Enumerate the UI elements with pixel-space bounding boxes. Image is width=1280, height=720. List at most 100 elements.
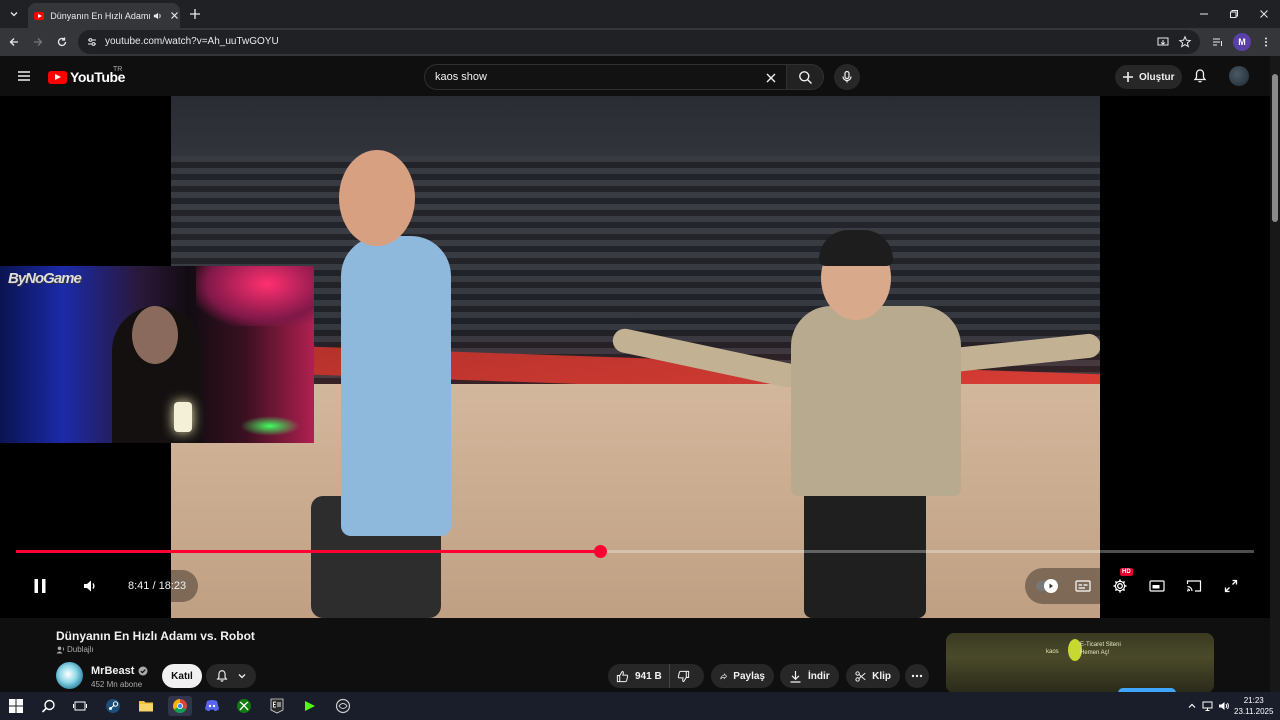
search-button[interactable]: [786, 64, 824, 90]
bookmark-star-icon[interactable]: [1178, 35, 1192, 49]
clock-date: 23.11.2025: [1234, 707, 1274, 716]
channel-name: MrBeast: [91, 665, 135, 677]
reload-icon: [57, 37, 67, 47]
chrome-icon: [173, 699, 187, 713]
subscription-notifications-button[interactable]: [206, 664, 256, 688]
profile-avatar[interactable]: M: [1233, 33, 1251, 51]
restore-button[interactable]: [1226, 6, 1242, 22]
browser-menu-button[interactable]: [1258, 34, 1274, 50]
miniplayer-button[interactable]: [1149, 578, 1165, 594]
cast-button[interactable]: [1186, 578, 1202, 594]
streamer-webcam-overlay: ByNoGame: [0, 266, 314, 443]
close-window-button[interactable]: [1256, 6, 1272, 22]
channel-name-link[interactable]: MrBeast: [91, 665, 148, 677]
volume-button[interactable]: [72, 566, 108, 606]
pause-button[interactable]: [20, 566, 60, 606]
download-icon: [790, 670, 801, 683]
search-query-text: kaos show: [435, 71, 487, 83]
forward-button[interactable]: [30, 34, 46, 50]
media-controls-button[interactable]: [1210, 34, 1226, 50]
settings-button[interactable]: [1112, 578, 1128, 594]
autoplay-knob: [1044, 579, 1058, 593]
webcam-green-light: [240, 416, 300, 436]
site-info-icon[interactable]: [86, 36, 98, 48]
subtitles-button[interactable]: [1075, 578, 1091, 594]
hd-badge: HD: [1120, 568, 1133, 576]
minimize-button[interactable]: [1196, 6, 1212, 22]
taskbar-file-explorer[interactable]: [136, 696, 156, 716]
task-view-button[interactable]: [70, 696, 90, 716]
browser-tab-bar: Dünyanın En Hızlı Adamı vs.: [0, 0, 1280, 28]
taskbar-chrome[interactable]: [168, 696, 192, 716]
address-bar[interactable]: youtube.com/watch?v=Ah_uuTwGOYU: [78, 30, 1200, 54]
runner-head-figure: [339, 150, 415, 246]
create-label: Oluştur: [1139, 71, 1175, 83]
taskbar-discord[interactable]: [202, 696, 222, 716]
close-icon: [1260, 10, 1268, 18]
bell-icon: [216, 670, 228, 682]
download-button[interactable]: İndir: [780, 664, 839, 688]
time-display: 8:41 / 18:23: [116, 570, 199, 602]
gear-icon: [1113, 579, 1127, 593]
join-button[interactable]: Katıl: [162, 664, 202, 688]
volume-icon: [84, 580, 95, 592]
tab-search-button[interactable]: [5, 5, 23, 23]
subtitles-icon: [1075, 580, 1091, 592]
video-player[interactable]: ByNoGame 8:41 / 18:23 HD: [0, 96, 1270, 618]
dislike-button[interactable]: [670, 670, 703, 683]
streamer-logo: ByNoGame: [8, 270, 82, 287]
scissors-icon: [855, 670, 866, 682]
clip-button[interactable]: Klip: [846, 664, 900, 688]
miniplayer-icon: [1149, 580, 1165, 592]
browser-toolbar: youtube.com/watch?v=Ah_uuTwGOYU M: [0, 28, 1280, 56]
clear-search-icon[interactable]: [764, 71, 778, 85]
more-actions-button[interactable]: [905, 664, 929, 688]
browser-tab-active[interactable]: Dünyanın En Hızlı Adamı vs.: [28, 3, 180, 28]
reload-button[interactable]: [54, 34, 70, 50]
install-app-icon[interactable]: [1156, 35, 1170, 49]
search-input[interactable]: kaos show: [424, 64, 786, 90]
taskbar-kick[interactable]: [300, 696, 320, 716]
back-button[interactable]: [6, 34, 22, 50]
channel-avatar[interactable]: [56, 662, 83, 689]
streamer-face-figure: [132, 306, 178, 364]
youtube-favicon-icon: [34, 11, 45, 20]
restore-icon: [1230, 10, 1238, 18]
taskbar-epic-games[interactable]: [267, 696, 287, 716]
taskbar-app-globe[interactable]: [333, 696, 353, 716]
ad-title-line1: E-Ticaret Siteni: [1080, 642, 1121, 648]
create-button[interactable]: Oluştur: [1115, 65, 1182, 89]
hamburger-menu-icon[interactable]: [16, 68, 32, 84]
tray-overflow-button[interactable]: [1186, 700, 1198, 712]
new-tab-plus-icon[interactable]: [188, 7, 202, 21]
progress-bar[interactable]: [16, 545, 1254, 558]
autoplay-toggle[interactable]: [1036, 579, 1058, 593]
tab-close-button[interactable]: [169, 10, 180, 22]
sponsored-ad-card[interactable]: kaos E-Ticaret Siteni Hemen Aç!: [946, 633, 1214, 693]
page-scrollbar[interactable]: [1270, 56, 1280, 692]
youtube-play-logo-icon: [48, 70, 67, 84]
kebab-menu-icon: [1265, 37, 1267, 47]
tray-network[interactable]: [1202, 700, 1214, 712]
taskbar-clock[interactable]: 21:23 23.11.2025: [1234, 695, 1273, 717]
taskbar-steam[interactable]: [103, 696, 123, 716]
dubbed-label: Dublajlı: [67, 645, 94, 654]
dubbed-badge: Dublajlı: [56, 645, 94, 654]
start-button[interactable]: [6, 696, 26, 716]
like-button[interactable]: 941 B: [608, 664, 670, 688]
fullscreen-button[interactable]: [1223, 578, 1239, 594]
share-label: Paylaş: [733, 670, 765, 682]
arrow-left-icon: [9, 38, 18, 46]
more-horizontal-icon: [911, 674, 923, 678]
taskbar-xbox[interactable]: [234, 696, 254, 716]
notifications-bell-icon[interactable]: [1192, 68, 1208, 84]
thumbs-down-icon: [677, 670, 690, 682]
taskbar-search-button[interactable]: [38, 696, 58, 716]
page-scroll-thumb[interactable]: [1272, 74, 1278, 222]
account-avatar[interactable]: [1229, 66, 1249, 86]
share-button[interactable]: Paylaş: [711, 664, 774, 688]
chevron-up-icon: [1188, 703, 1196, 708]
voice-search-button[interactable]: [834, 64, 860, 90]
tray-volume[interactable]: [1218, 700, 1230, 712]
speaker-icon[interactable]: [152, 10, 163, 22]
